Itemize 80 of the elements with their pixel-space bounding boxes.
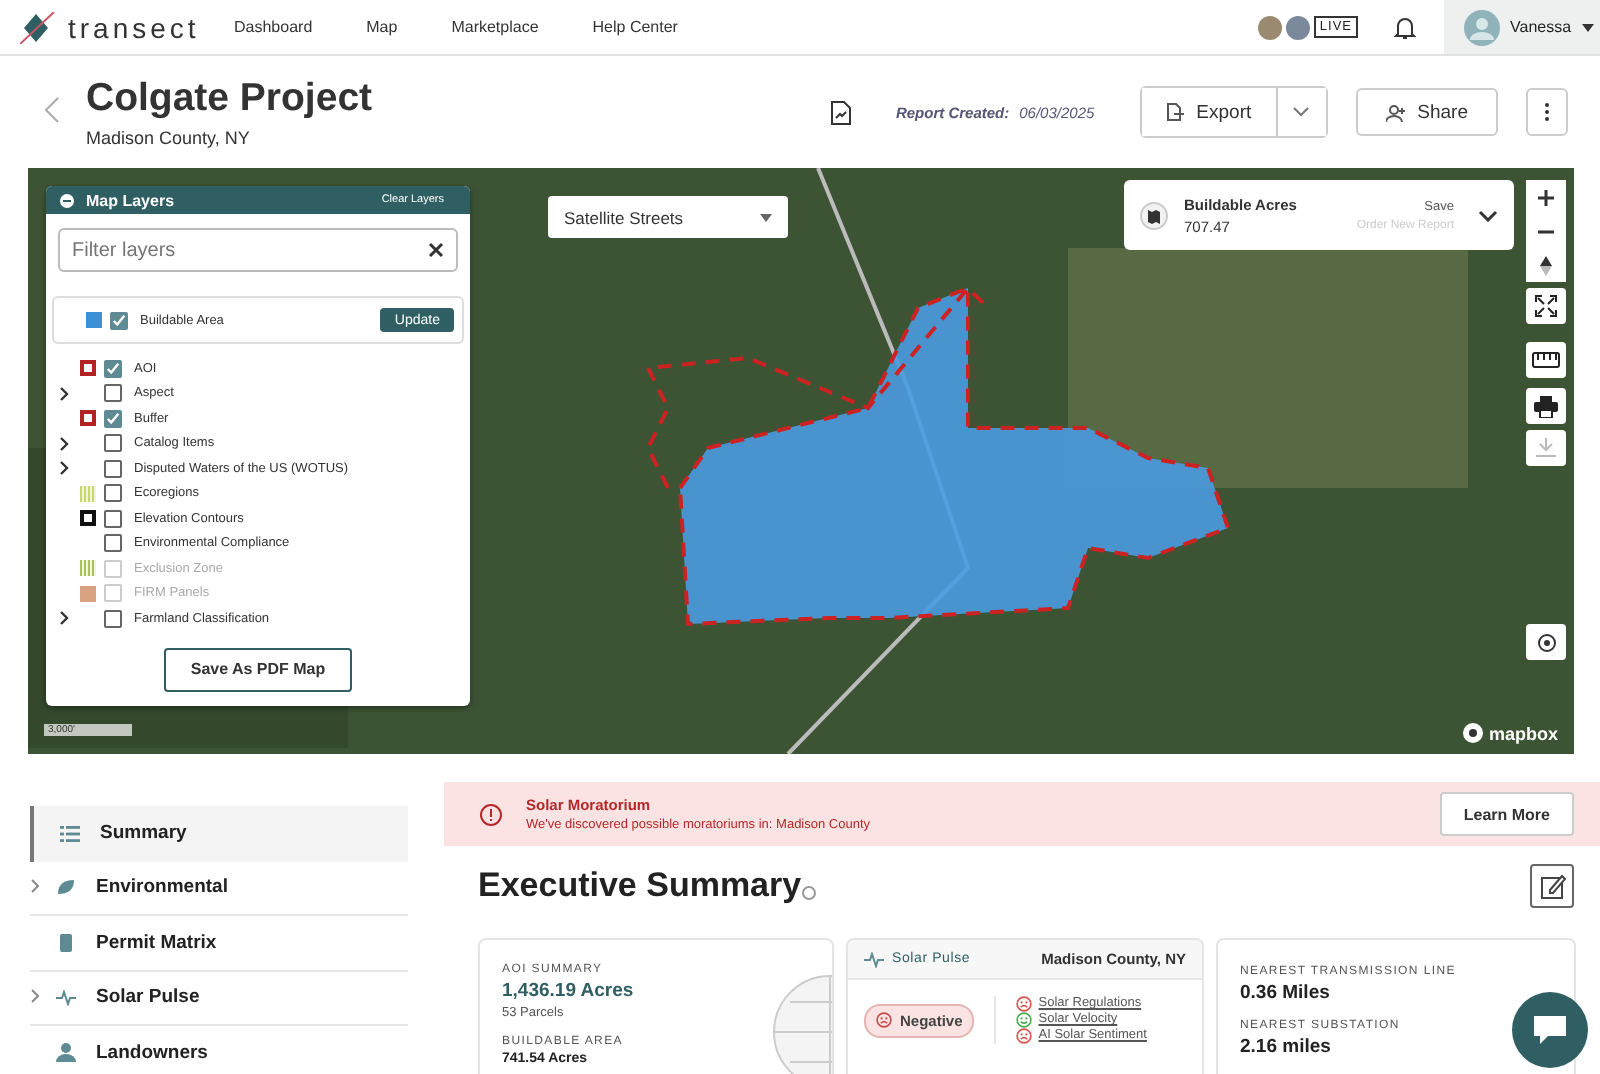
add-person-icon [1385, 103, 1406, 121]
nav-link[interactable]: Marketplace [451, 18, 539, 36]
layer-checkbox[interactable] [104, 434, 122, 453]
frown-face-icon [876, 1012, 892, 1028]
export-icon [1166, 102, 1185, 122]
learn-more-button[interactable]: Learn More [1439, 792, 1574, 836]
mapbox-logo-icon [1462, 722, 1485, 744]
location-button[interactable] [1526, 624, 1566, 660]
sidebar-item[interactable]: Environmental [30, 861, 408, 916]
compass-icon [1540, 255, 1552, 275]
fullscreen-icon [1534, 294, 1558, 318]
layer-checkbox[interactable] [104, 534, 122, 553]
card-value: 0.36 Miles [1240, 982, 1332, 1004]
collapse-icon[interactable] [60, 193, 74, 207]
map-style-select[interactable]: Satellite Streets [548, 196, 788, 238]
project-location: Madison County, NY [86, 128, 252, 148]
edit-icon [1539, 873, 1565, 899]
sidebar-item[interactable]: Permit Matrix [30, 916, 408, 971]
nav-link[interactable]: Help Center [592, 18, 678, 36]
chat-button[interactable] [1512, 992, 1588, 1068]
help-icon[interactable] [801, 885, 816, 899]
kebab-menu-icon [1544, 102, 1550, 122]
card-value: 1,436.19 Acres [502, 980, 636, 1002]
close-icon[interactable] [428, 242, 444, 258]
sidebar-item[interactable]: Solar Pulse [30, 971, 408, 1026]
nav-link[interactable]: Dashboard [234, 18, 313, 36]
layer-checkbox[interactable] [110, 311, 128, 329]
filter-field[interactable]: Filter layers [58, 228, 458, 272]
layer-checkbox[interactable] [104, 409, 122, 428]
user-menu[interactable]: Vanessa [1444, 0, 1600, 54]
chat-icon [1532, 1014, 1568, 1046]
layer-checkbox[interactable] [104, 509, 122, 528]
chevron-right-icon[interactable] [56, 460, 72, 477]
chevron-right-icon[interactable] [56, 610, 72, 627]
project-title: Colgate Project [86, 76, 373, 122]
plus-icon [1538, 189, 1554, 205]
mapbox-attribution[interactable]: mapbox [1488, 723, 1558, 743]
list-icon [60, 825, 80, 842]
layer-checkbox[interactable] [104, 484, 122, 503]
card-value: 2.16 miles [1240, 1036, 1333, 1058]
ruler-button[interactable] [1526, 342, 1566, 378]
edit-button[interactable] [1530, 864, 1574, 908]
logo-icon [20, 11, 56, 43]
printer-icon [1534, 395, 1558, 417]
avatar-icon [1464, 9, 1500, 45]
bell-icon[interactable] [1394, 15, 1416, 39]
layer-checkbox[interactable] [104, 609, 122, 628]
pulse-icon [56, 989, 76, 1006]
caret-icon [760, 213, 772, 221]
print-button[interactable] [1526, 388, 1566, 424]
logo-text: transect [68, 11, 200, 43]
layer-checkbox[interactable] [104, 384, 122, 403]
clipboard-icon [56, 932, 76, 953]
sidebar-item[interactable]: Landowners [30, 1026, 408, 1074]
save-pdf-button[interactable]: Save As PDF Map [164, 647, 352, 691]
avatar-icon [1257, 15, 1282, 39]
chevron-down-icon[interactable] [1478, 209, 1498, 221]
chevron-down-icon [1292, 106, 1311, 118]
chevron-right-icon[interactable] [56, 435, 72, 452]
chevron-right-icon[interactable] [56, 385, 72, 402]
section-heading: Executive Summary [478, 866, 802, 906]
map-icon [1140, 201, 1168, 229]
person-icon [56, 1042, 76, 1063]
share-button[interactable]: Share [1355, 88, 1498, 136]
panel-title: Map Layers [86, 191, 175, 209]
pulse-icon [864, 951, 884, 967]
download-icon [1536, 438, 1556, 458]
target-icon [1537, 633, 1555, 651]
warning-icon [480, 803, 502, 825]
nav-link[interactable]: Map [366, 18, 398, 36]
layer-checkbox[interactable] [104, 459, 122, 478]
layer-checkbox[interactable] [104, 359, 122, 378]
caret-icon [1581, 23, 1594, 31]
fullscreen-button[interactable] [1526, 288, 1566, 324]
ruler-icon [1532, 352, 1560, 368]
sidebar-item[interactable]: Summary [30, 806, 408, 861]
leaf-icon [56, 878, 76, 897]
user-name: Vanessa [1510, 18, 1572, 36]
avatar-icon [1285, 15, 1310, 39]
document-chart-icon[interactable] [829, 99, 852, 125]
